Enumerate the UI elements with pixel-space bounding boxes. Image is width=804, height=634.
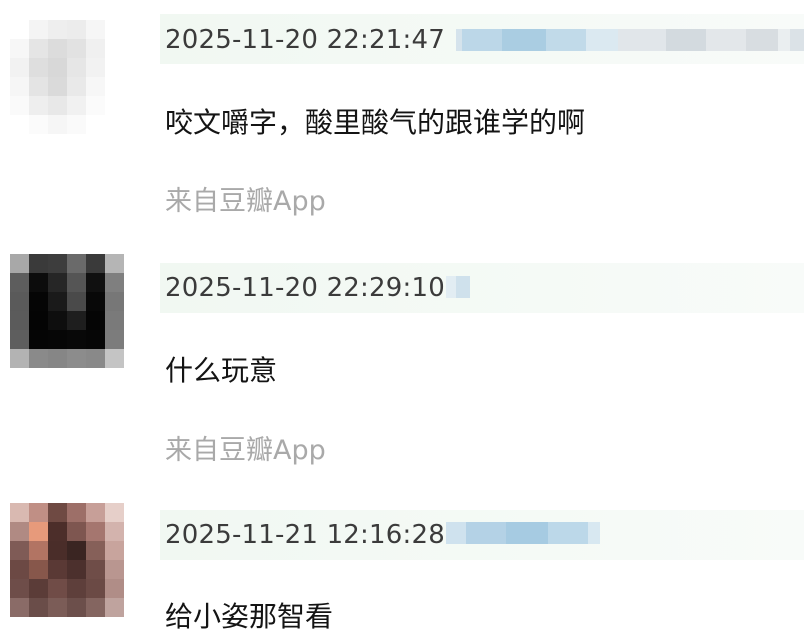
comment-timestamp: 2025-11-21 12:16:28 — [165, 520, 445, 550]
comment-timestamp: 2025-11-20 22:21:47 — [165, 25, 445, 55]
comment-text: 给小姿那智看 — [165, 600, 334, 633]
comment-timestamp: 2025-11-20 22:29:10 — [165, 273, 445, 303]
avatar[interactable] — [10, 254, 124, 368]
username-blurred[interactable] — [456, 29, 798, 51]
avatar[interactable] — [10, 503, 124, 617]
username-blurred[interactable] — [446, 276, 470, 298]
comment-text: 咬文嚼字，酸里酸气的跟谁学的啊 — [165, 106, 586, 139]
comment-text: 什么玩意 — [165, 354, 278, 387]
comment-source: 来自豆瓣App — [165, 435, 326, 466]
username-blurred-extra — [790, 29, 804, 51]
username-blurred[interactable] — [446, 522, 600, 544]
avatar[interactable] — [10, 20, 124, 134]
comment-source: 来自豆瓣App — [165, 186, 326, 217]
